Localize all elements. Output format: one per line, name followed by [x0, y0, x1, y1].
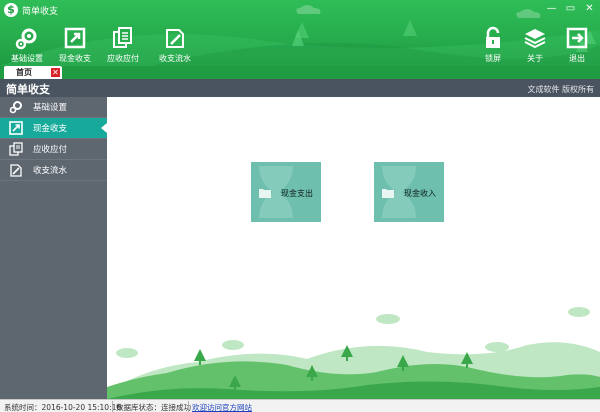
documents-icon — [113, 27, 132, 48]
status-bar: 系统时间：2016-10-20 15:10:16 数据库状态：连接成功 欢迎访问… — [0, 399, 600, 412]
toolbar-label: 收支流水 — [159, 54, 191, 63]
toolbar-label: 退出 — [569, 54, 585, 63]
official-website-link[interactable]: 欢迎访问官方网站 — [192, 402, 252, 412]
external-link-icon — [64, 27, 86, 49]
toolbar-label: 现金收支 — [59, 54, 91, 63]
page-title: 简单收支 — [6, 83, 50, 96]
sidebar-item-label: 应收应付 — [33, 145, 68, 155]
sidebar-item-basic-settings[interactable]: 基础设置 — [0, 97, 107, 118]
toolbar-label: 锁屏 — [485, 54, 501, 63]
toolbar-label: 基础设置 — [11, 54, 43, 63]
external-link-icon — [9, 121, 23, 135]
ledger-icon — [166, 29, 184, 48]
sidebar-item-cash[interactable]: 现金收支 — [0, 118, 107, 139]
gears-icon — [15, 28, 37, 50]
status-separator — [188, 401, 189, 412]
close-button[interactable]: ✕ — [581, 2, 598, 15]
toolbar-about-button[interactable]: 关于 — [513, 26, 557, 64]
gears-icon — [9, 101, 22, 114]
sidebar-item-label: 基础设置 — [33, 103, 68, 113]
app-window: $ 简单收支 — ▭ ✕ 基础设置 现金收支 应收应付 收支流水 锁屏 关于 退… — [0, 0, 600, 412]
folder-icon — [259, 189, 271, 198]
page-header: 简单收支 文成软件 版权所有 — [0, 79, 600, 97]
tile-label: 现金支出 — [281, 189, 313, 198]
tab-home[interactable]: 首页 ✕ — [4, 66, 62, 79]
tab-close-icon[interactable]: ✕ — [51, 68, 60, 77]
documents-icon — [9, 142, 23, 156]
maximize-button[interactable]: ▭ — [562, 2, 579, 15]
sidebar: 基础设置 现金收支 应收应付 收支流水 — [0, 97, 107, 399]
lock-icon — [486, 26, 500, 48]
sidebar-item-receivables[interactable]: 应收应付 — [0, 139, 107, 160]
toolbar-exit-button[interactable]: 退出 — [555, 26, 599, 64]
toolbar: $ 简单收支 — ▭ ✕ 基础设置 现金收支 应收应付 收支流水 锁屏 关于 退… — [0, 0, 600, 66]
toolbar-label: 应收应付 — [107, 54, 139, 63]
landscape-illustration — [107, 307, 600, 399]
toolbar-basic-settings-button[interactable]: 基础设置 — [5, 26, 49, 64]
status-system-time: 系统时间：2016-10-20 15:10:16 — [4, 403, 122, 412]
cash-expense-tile[interactable]: 现金支出 — [251, 162, 321, 222]
exit-icon — [566, 27, 588, 49]
window-title: 简单收支 — [22, 7, 59, 17]
tile-label: 现金收入 — [404, 189, 436, 198]
sidebar-item-label: 收支流水 — [33, 166, 68, 176]
main-content: 现金支出 现金收入 — [107, 97, 600, 399]
toolbar-ledger-button[interactable]: 收支流水 — [153, 26, 197, 64]
ledger-icon — [10, 164, 22, 177]
tab-label: 首页 — [16, 68, 32, 77]
tab-strip: 首页 ✕ — [0, 66, 600, 79]
cash-income-tile[interactable]: 现金收入 — [374, 162, 444, 222]
window-controls: — ▭ ✕ — [543, 2, 598, 15]
status-db-state: 数据库状态：连接成功 — [116, 403, 191, 412]
folder-icon — [382, 189, 394, 198]
copyright-text: 文成软件 版权所有 — [527, 85, 594, 94]
layers-icon — [524, 29, 546, 49]
toolbar-receivables-button[interactable]: 应收应付 — [101, 26, 145, 64]
sidebar-item-ledger[interactable]: 收支流水 — [0, 160, 107, 181]
minimize-button[interactable]: — — [543, 2, 560, 15]
toolbar-cash-button[interactable]: 现金收支 — [53, 26, 97, 64]
toolbar-label: 关于 — [527, 54, 543, 63]
status-separator — [112, 401, 113, 412]
toolbar-lock-button[interactable]: 锁屏 — [471, 26, 515, 64]
app-logo-icon: $ — [4, 3, 18, 17]
sidebar-item-label: 现金收支 — [33, 124, 68, 134]
